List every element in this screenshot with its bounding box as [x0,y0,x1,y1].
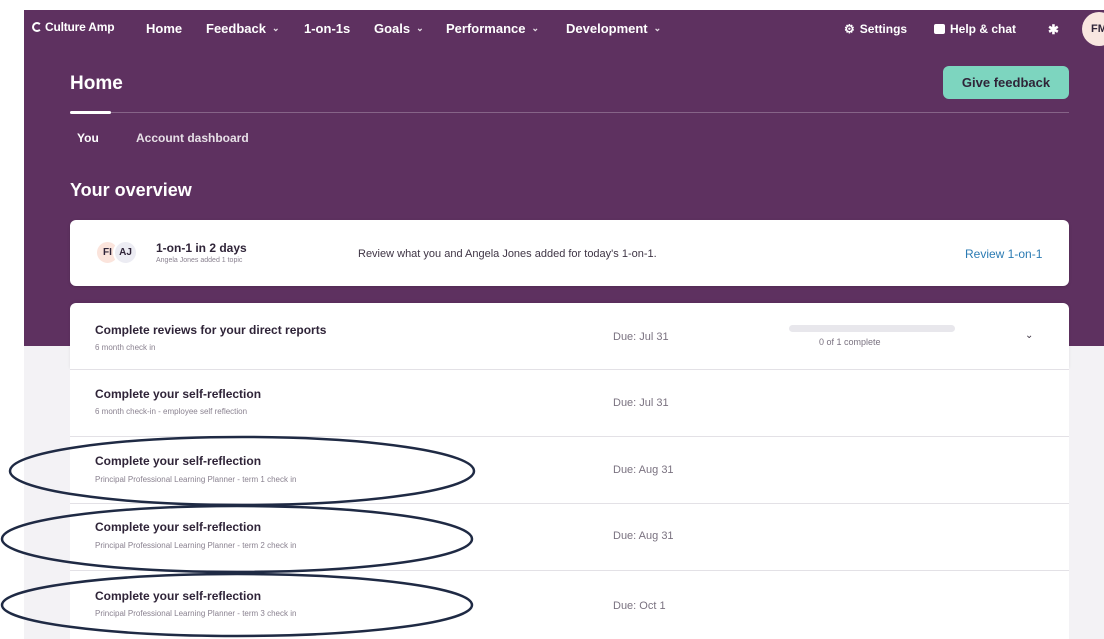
task-title: Complete your self-reflection [95,520,262,534]
task-row[interactable]: Complete reviews for your direct reports… [70,303,1069,369]
nav-label: Goals [374,21,411,36]
chevron-down-icon: ⌄ [653,23,662,33]
progress-label: 0 of 1 complete [819,337,881,347]
settings-link[interactable]: ⚙ Settings [844,22,907,36]
help-label: Help & chat [950,22,1017,36]
gear-icon: ⚙ [844,22,855,36]
nav-label: 1-on-1s [304,21,351,36]
nav-item-performance[interactable]: Performance ⌄ [446,21,539,36]
nav-label: Feedback [206,21,266,36]
hero-background [24,10,1104,346]
task-row[interactable]: Complete your self-reflection Principal … [70,504,1069,570]
one-on-one-title: 1-on-1 in 2 days [156,241,247,255]
page-title: Home [70,73,123,94]
user-avatar[interactable]: FM [1082,12,1104,46]
task-title: Complete your self-reflection [95,589,262,603]
task-row[interactable]: Complete your self-reflection Principal … [70,571,1069,639]
task-due: Due: Jul 31 [613,397,669,409]
task-subtitle: Principal Professional Learning Planner … [95,609,297,618]
tab-you[interactable]: You [77,131,99,145]
one-on-one-description: Review what you and Angela Jones added f… [358,248,657,260]
nav-label: Home [146,21,183,36]
top-nav: Culture Amp Home Feedback ⌄ 1-on-1s Goal… [24,10,1104,48]
notifications-button[interactable]: ✱ [1048,22,1059,38]
task-title: Complete reviews for your direct reports [95,323,327,337]
chevron-down-icon: ⌄ [271,23,280,33]
task-subtitle: Principal Professional Learning Planner … [95,541,297,550]
tab-account-dashboard[interactable]: Account dashboard [136,131,249,145]
help-chat-link[interactable]: Help & chat [934,22,1016,36]
nav-item-home[interactable]: Home [146,21,182,36]
give-feedback-button[interactable]: Give feedback [943,66,1069,99]
nav-item-development[interactable]: Development ⌄ [566,21,661,36]
one-on-one-card: FI AJ 1-on-1 in 2 days Angela Jones adde… [70,220,1069,286]
task-subtitle: 6 month check-in - employee self reflect… [95,407,248,416]
task-due: Due: Aug 31 [613,464,674,476]
task-subtitle: 6 month check in [95,343,156,352]
bell-icon: ✱ [1048,22,1059,37]
chat-icon [934,24,945,34]
nav-item-goals[interactable]: Goals ⌄ [374,21,424,36]
progress-bar [789,325,955,332]
active-tab-indicator [70,111,111,114]
chevron-down-icon: ⌄ [416,23,424,33]
review-one-on-one-link[interactable]: Review 1-on-1 [965,247,1042,261]
chevron-down-icon: ⌄ [531,23,540,33]
task-due: Due: Aug 31 [613,530,674,542]
chevron-down-icon[interactable]: ⌄ [1025,330,1033,341]
nav-label: Development [566,21,648,36]
task-due: Due: Oct 1 [613,600,666,612]
avatar: AJ [113,240,138,265]
settings-label: Settings [859,22,908,36]
task-row[interactable]: Complete your self-reflection 6 month ch… [70,370,1069,436]
task-row[interactable]: Complete your self-reflection Principal … [70,437,1069,503]
task-due: Due: Jul 31 [613,331,669,343]
culture-amp-logo[interactable]: Culture Amp [32,20,115,34]
overview-title: Your overview [70,180,192,200]
logo-icon [32,22,42,32]
task-title: Complete your self-reflection [95,387,262,401]
one-on-one-subtitle: Angela Jones added 1 topic [156,257,243,264]
nav-item-1-on-1s[interactable]: 1-on-1s [304,21,350,36]
nav-label: Performance [446,21,526,36]
logo-text: Culture Amp [45,20,115,34]
nav-item-feedback[interactable]: Feedback ⌄ [206,21,280,36]
task-title: Complete your self-reflection [95,454,262,468]
task-subtitle: Principal Professional Learning Planner … [95,475,297,484]
header-divider [70,112,1069,113]
